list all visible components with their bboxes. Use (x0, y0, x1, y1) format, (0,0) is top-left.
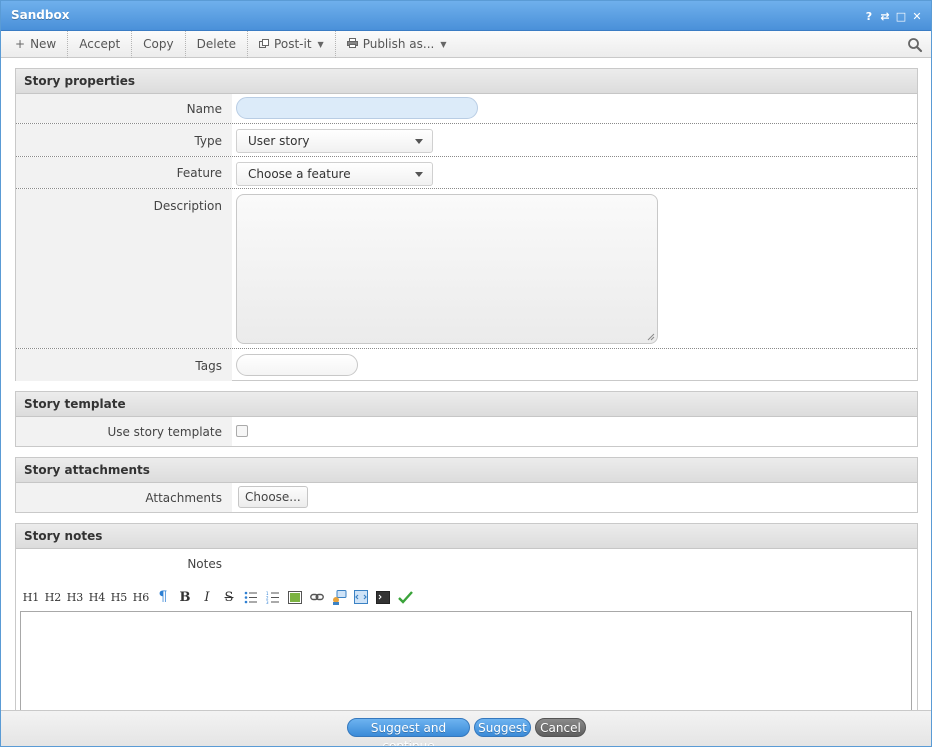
description-row: Description (16, 189, 917, 349)
chevron-down-icon: ▼ (440, 39, 447, 49)
name-input[interactable] (236, 97, 478, 119)
link-icon[interactable] (306, 588, 328, 606)
use-template-label: Use story template (16, 417, 232, 446)
printer-icon (346, 37, 358, 51)
new-button[interactable]: + New (1, 30, 69, 58)
notes-editor-textarea[interactable] (20, 611, 912, 710)
h1-button[interactable]: H1 (20, 588, 42, 606)
type-label: Type (16, 124, 232, 156)
accept-label: Accept (79, 37, 121, 51)
notes-label: Notes (187, 557, 222, 571)
tags-input[interactable] (236, 354, 358, 376)
sandbox-window: Sandbox ? ⇄ □ ✕ + New Accept Copy Delete… (0, 0, 932, 747)
suggest-and-continue-button[interactable]: Suggest and continue (347, 718, 470, 746)
story-attachments-heading: Story attachments (16, 458, 917, 483)
type-select[interactable]: User story (236, 129, 433, 153)
story-notes-panel: Story notes Notes H1 H2 H3 H4 H5 H6 ¶ B … (15, 523, 918, 710)
story-attachments-panel: Story attachments Attachments Choose... (15, 457, 918, 513)
window-controls: ? ⇄ □ ✕ (863, 9, 923, 23)
maximize-icon[interactable]: □ (895, 9, 907, 23)
type-select-value: User story (248, 134, 310, 148)
form-content: Story properties Name Type User story Fe… (1, 58, 931, 710)
new-label: New (30, 37, 57, 51)
quote-icon[interactable] (328, 588, 350, 606)
publish-button[interactable]: Publish as... ▼ (336, 31, 458, 58)
story-notes-heading: Story notes (16, 524, 917, 549)
name-row: Name (16, 94, 917, 124)
use-template-row: Use story template (16, 417, 917, 446)
choose-file-button[interactable]: Choose... (238, 486, 308, 508)
editor-toolbar: H1 H2 H3 H4 H5 H6 ¶ B I S 123 (20, 587, 416, 607)
chevron-down-icon (415, 139, 423, 144)
plus-icon: + (15, 37, 26, 51)
copy-button[interactable]: Copy (132, 30, 186, 58)
strikethrough-button[interactable]: S (218, 588, 240, 606)
story-template-heading: Story template (16, 392, 917, 417)
chevron-down-icon (415, 172, 423, 177)
delete-label: Delete (196, 37, 237, 51)
search-icon[interactable] (907, 37, 923, 53)
publish-label: Publish as... (362, 37, 435, 51)
accept-button[interactable]: Accept (68, 30, 133, 58)
h5-button[interactable]: H5 (108, 588, 130, 606)
terminal-icon[interactable] (372, 588, 394, 606)
description-textarea[interactable] (236, 194, 658, 344)
bold-button[interactable]: B (174, 588, 196, 606)
postit-label: Post-it (274, 37, 312, 51)
detach-icon[interactable]: ⇄ (879, 9, 891, 23)
delete-button[interactable]: Delete (186, 30, 249, 58)
feature-select-value: Choose a feature (248, 167, 351, 181)
numbered-list-icon[interactable]: 123 (262, 588, 284, 606)
use-template-checkbox[interactable] (236, 425, 248, 437)
feature-select[interactable]: Choose a feature (236, 162, 433, 186)
name-label: Name (16, 94, 232, 123)
paragraph-button[interactable]: ¶ (152, 588, 174, 606)
svg-text:3: 3 (266, 600, 269, 604)
story-properties-heading: Story properties (16, 69, 917, 94)
italic-button[interactable]: I (196, 588, 218, 606)
suggest-button[interactable]: Suggest (474, 718, 531, 737)
checkmark-icon[interactable] (394, 588, 416, 606)
h4-button[interactable]: H4 (86, 588, 108, 606)
help-icon[interactable]: ? (863, 9, 875, 23)
toolbar: + New Accept Copy Delete Post-it ▼ Publi… (1, 30, 931, 58)
story-properties-panel: Story properties Name Type User story Fe… (15, 68, 918, 381)
description-label: Description (16, 189, 232, 348)
title-bar: Sandbox ? ⇄ □ ✕ (1, 1, 931, 31)
type-row: Type User story (16, 124, 917, 157)
h6-button[interactable]: H6 (130, 588, 152, 606)
image-icon[interactable] (284, 588, 306, 606)
notes-row: Notes (16, 549, 917, 580)
code-icon[interactable] (350, 588, 372, 606)
resize-grip-icon[interactable] (647, 333, 655, 341)
attachments-row: Attachments Choose... (16, 483, 917, 512)
bulleted-list-icon[interactable] (240, 588, 262, 606)
postit-icon (259, 37, 270, 51)
dialog-footer: Suggest and continue Suggest Cancel (1, 710, 931, 746)
close-icon[interactable]: ✕ (911, 9, 923, 23)
tags-label: Tags (16, 349, 232, 381)
window-title: Sandbox (11, 8, 70, 22)
postit-button[interactable]: Post-it ▼ (248, 30, 336, 58)
cancel-button[interactable]: Cancel (535, 718, 586, 737)
feature-label: Feature (16, 157, 232, 188)
story-template-panel: Story template Use story template (15, 391, 918, 447)
feature-row: Feature Choose a feature (16, 157, 917, 189)
h3-button[interactable]: H3 (64, 588, 86, 606)
h2-button[interactable]: H2 (42, 588, 64, 606)
tags-row: Tags (16, 349, 917, 381)
copy-label: Copy (143, 37, 174, 51)
attachments-label: Attachments (16, 483, 232, 512)
chevron-down-icon: ▼ (317, 39, 324, 49)
